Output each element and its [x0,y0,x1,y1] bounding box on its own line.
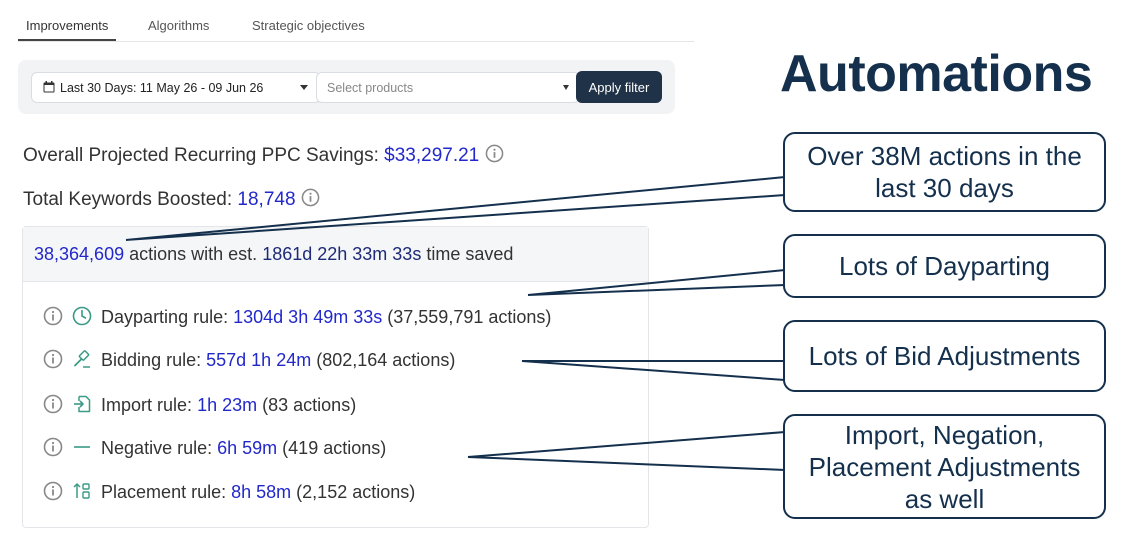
clock-icon [72,306,92,326]
callout-actions: Over 38M actions in the last 30 days [783,132,1106,212]
keywords-value: 18,748 [237,189,296,210]
automations-headline: Automations [780,45,1093,103]
rule-time: 8h 58m [231,482,292,502]
products-select[interactable]: Select products [316,72,580,103]
keywords-label: Total Keywords Boosted: [23,189,233,210]
rule-row-dayparting: Dayparting rule: 1304d 3h 49m 33s (37,55… [43,306,551,330]
rule-label: Placement rule: [101,482,227,502]
chevron-down-icon [300,85,308,90]
rule-row-negative: Negative rule: 6h 59m (419 actions) [43,437,386,461]
info-icon[interactable] [43,481,63,501]
rule-row-placement: Placement rule: 8h 58m (2,152 actions) [43,481,415,505]
rule-count: (2,152 actions) [296,482,416,502]
actions-panel: 38,364,609 actions with est. 1861d 22h 3… [22,226,649,528]
info-icon[interactable] [43,437,63,457]
rule-count: (83 actions) [262,395,357,415]
rule-label: Negative rule: [101,438,213,458]
total-actions-count: 38,364,609 [34,244,125,264]
filter-bar: Last 30 Days: 11 May 26 - 09 Jun 26 Sele… [18,60,675,114]
info-icon[interactable] [485,144,504,163]
gavel-icon [74,350,91,368]
rule-label: Bidding rule: [101,350,202,370]
total-time-saved: 1861d 22h 33m 33s [262,244,422,264]
info-icon[interactable] [301,188,320,207]
active-tab-indicator [18,39,116,41]
rule-count: (37,559,791 actions) [387,307,552,327]
actions-summary: 38,364,609 actions with est. 1861d 22h 3… [23,227,648,282]
actions-mid-text: actions with est. [129,244,258,264]
apply-filter-button[interactable]: Apply filter [576,71,662,103]
tab-bar: Improvements Algorithms Strategic object… [18,0,694,42]
minus-icon [74,446,91,448]
callout-dayparting: Lots of Dayparting [783,234,1106,298]
tab-strategic-objectives[interactable]: Strategic objectives [252,18,365,33]
callout-import-negation-placement: Import, Negation, Placement Adjustments … [783,414,1106,519]
rule-row-import: Import rule: 1h 23m (83 actions) [43,394,356,418]
rule-count: (419 actions) [282,438,387,458]
placement-icon [73,482,90,499]
savings-value: $33,297.21 [384,145,480,166]
chevron-down-icon [563,85,569,90]
rule-count: (802,164 actions) [316,350,456,370]
info-icon[interactable] [43,394,63,414]
info-icon[interactable] [43,306,63,326]
rule-time: 1h 23m [197,395,258,415]
rule-row-bidding: Bidding rule: 557d 1h 24m (802,164 actio… [43,349,455,373]
actions-tail-text: time saved [426,244,514,264]
date-range-dropdown[interactable]: Last 30 Days: 11 May 26 - 09 Jun 26 [31,72,321,103]
calendar-icon [43,81,55,93]
keywords-stat: Total Keywords Boosted: 18,748 [23,188,320,211]
info-icon[interactable] [43,349,63,369]
products-placeholder: Select products [327,81,414,95]
import-icon [74,395,91,413]
savings-stat: Overall Projected Recurring PPC Savings:… [23,144,504,167]
actions-summary-line: 38,364,609 actions with est. 1861d 22h 3… [34,244,513,265]
date-range-value: Last 30 Days: 11 May 26 - 09 Jun 26 [60,81,264,95]
tab-improvements[interactable]: Improvements [26,18,108,33]
tab-algorithms[interactable]: Algorithms [148,18,209,33]
callout-bid-adjustments: Lots of Bid Adjustments [783,320,1106,392]
rule-time: 6h 59m [217,438,278,458]
rule-time: 1304d 3h 49m 33s [233,307,383,327]
savings-label: Overall Projected Recurring PPC Savings: [23,145,379,166]
rule-label: Dayparting rule: [101,307,229,327]
rule-label: Import rule: [101,395,193,415]
rule-time: 557d 1h 24m [206,350,312,370]
